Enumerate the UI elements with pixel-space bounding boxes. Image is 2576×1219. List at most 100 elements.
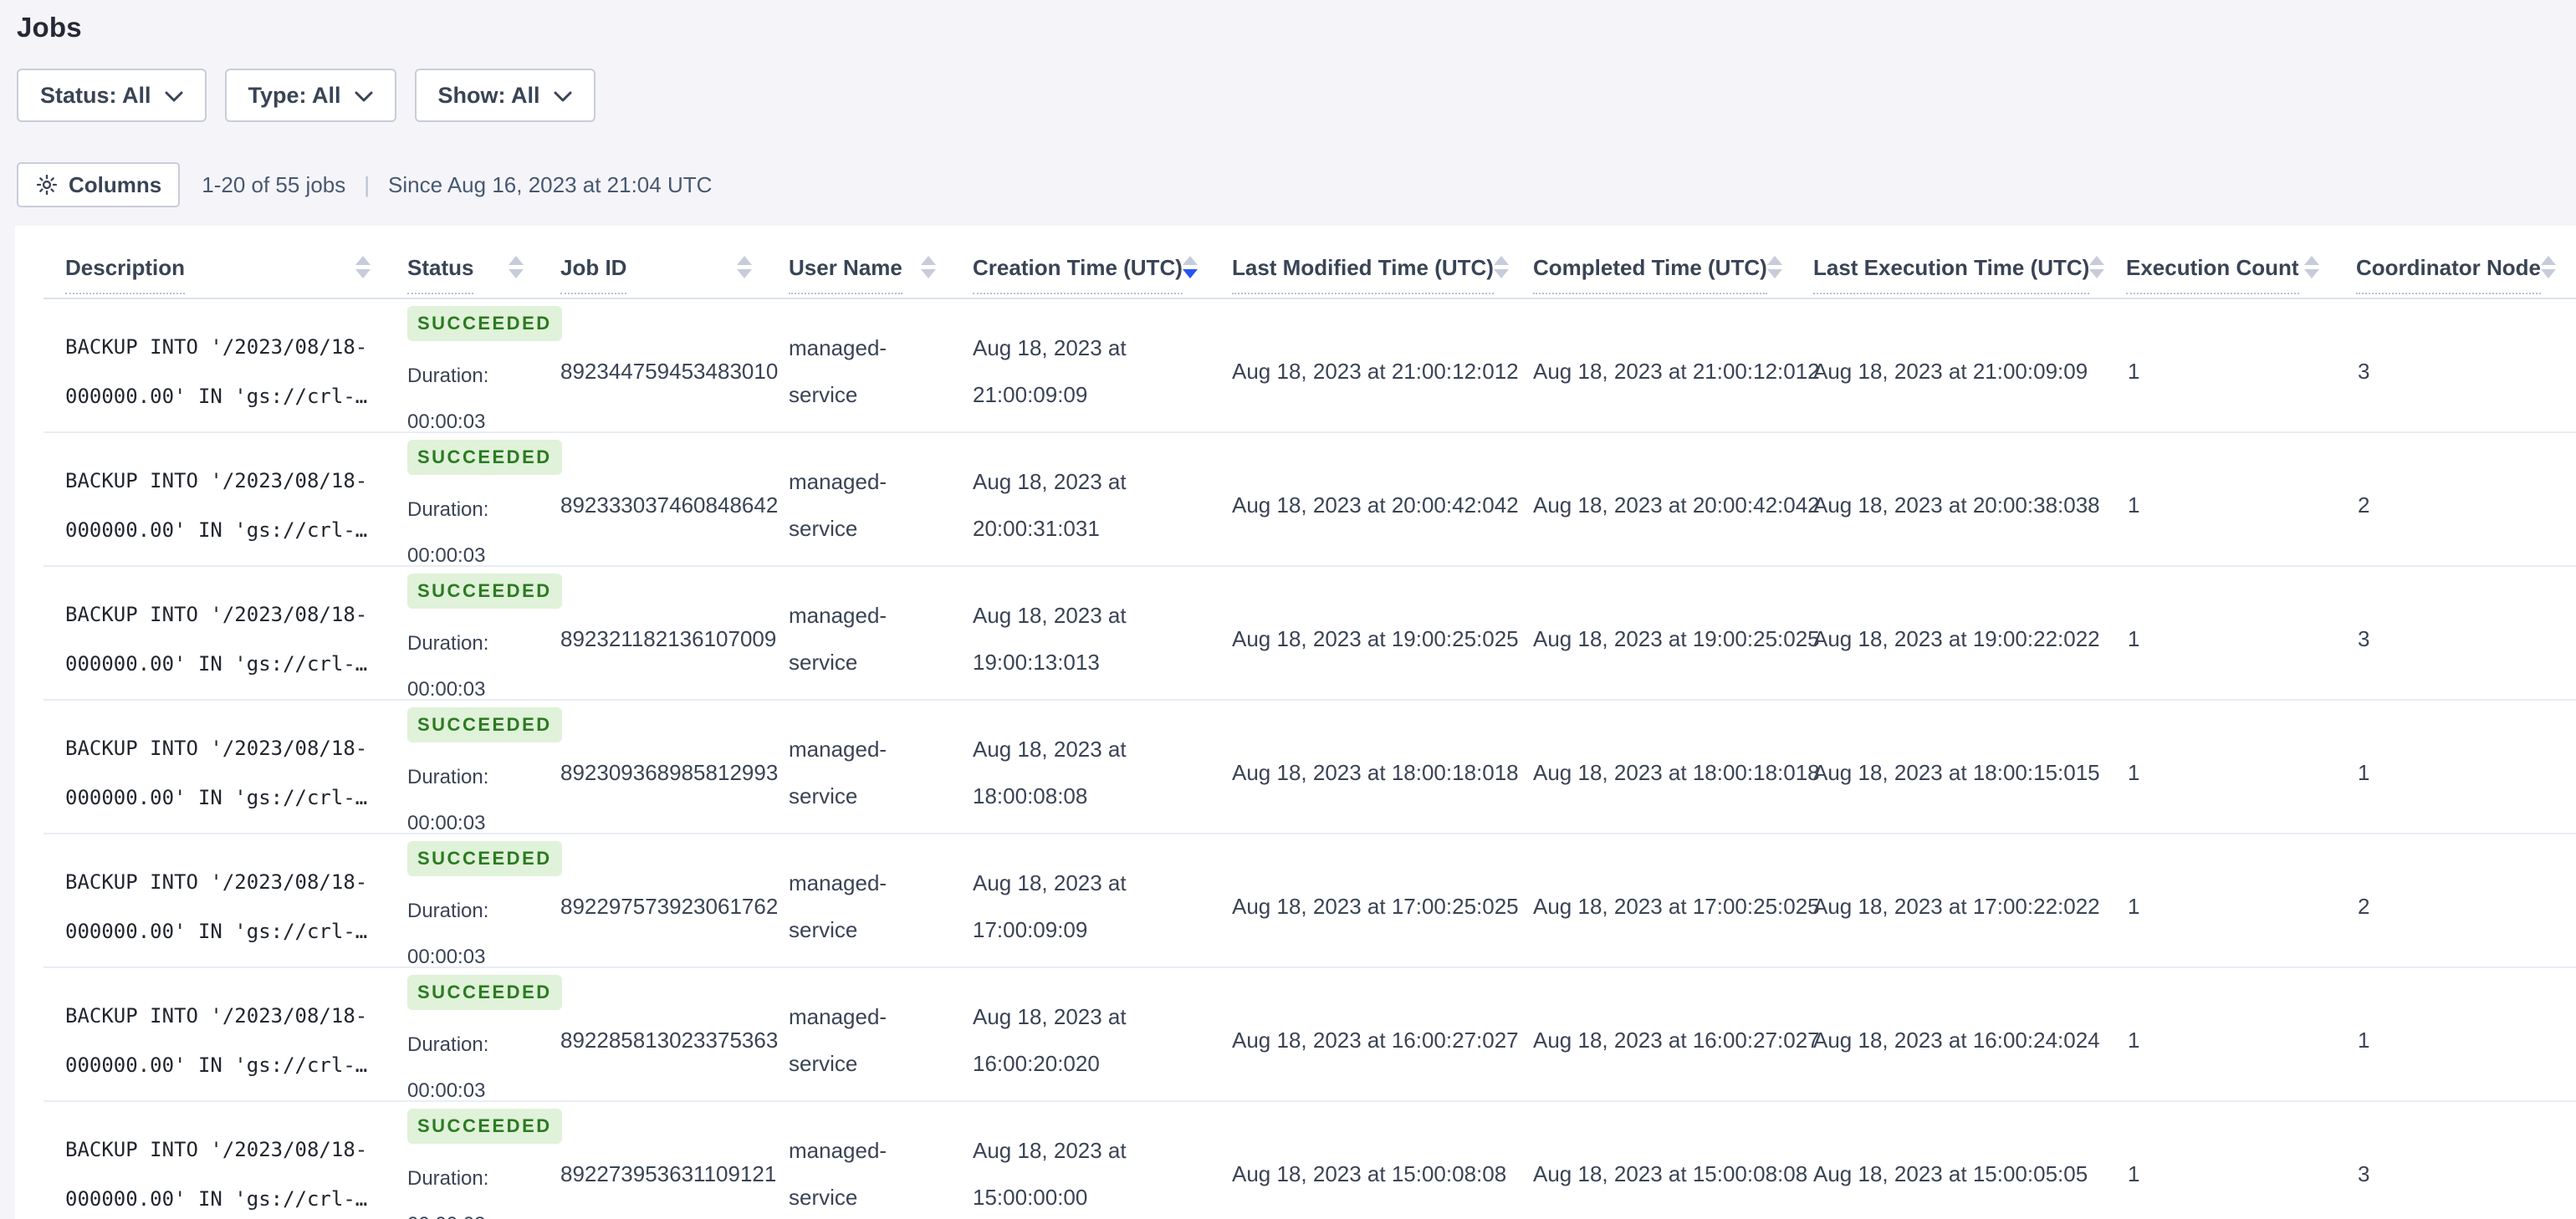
column-header-description[interactable]: Description [65,254,407,294]
table-row: BACKUP INTO '/2023/08/18- 000000.00' IN '… [15,968,2576,1102]
job-description-link[interactable]: BACKUP INTO '/2023/08/18- 000000.00' IN '… [65,456,367,555]
last-modified-time: Aug 18, 2023 at 16:00:27:027 [1232,1027,1519,1053]
user-name: managed-service [789,1004,887,1076]
job-description-link[interactable]: BACKUP INTO '/2023/08/18- 000000.00' IN '… [65,590,367,689]
status-filter-dropdown[interactable]: Status: All [17,69,207,122]
status-badge: SUCCEEDED [407,974,562,1011]
sort-down-icon [355,269,371,278]
table-toolbar: Columns 1-20 of 55 jobs | Since Aug 16, … [17,162,2576,207]
show-filter-dropdown[interactable]: Show: All [414,69,595,122]
jobs-table: Description Status Job ID User Name Crea… [15,226,2576,1219]
duration-label: Duration: [407,899,489,922]
job-id: 892344759453483010 [560,358,779,384]
chevron-down-icon [165,91,183,102]
last-execution-time: Aug 18, 2023 at 18:00:15:015 [1813,759,2100,785]
completed-time: Aug 18, 2023 at 21:00:12:012 [1533,358,1820,384]
completed-time: Aug 18, 2023 at 18:00:18:018 [1533,759,1820,785]
completed-time: Aug 18, 2023 at 20:00:42:042 [1533,492,1820,518]
job-duration: Duration: 00:00:03 [407,487,540,579]
last-modified-time: Aug 18, 2023 at 19:00:25:025 [1232,625,1519,651]
sort-carets-icon [2541,256,2556,278]
creation-time: Aug 18, 2023 at 21:00:09:09 [973,335,1127,407]
sort-carets-icon [1182,256,1198,278]
job-description-link[interactable]: BACKUP INTO '/2023/08/18- 000000.00' IN '… [65,858,367,956]
sort-up-icon [1766,256,1782,265]
sort-carets-icon [509,256,524,278]
sort-down-icon [2541,269,2556,278]
duration-value: 00:00:03 [407,1201,540,1219]
sort-up-icon [2541,256,2556,265]
last-modified-time: Aug 18, 2023 at 21:00:12:012 [1232,358,1519,384]
column-header-user-name[interactable]: User Name [789,254,973,294]
last-execution-time: Aug 18, 2023 at 15:00:05:05 [1813,1160,2088,1186]
column-header-job-id[interactable]: Job ID [560,254,789,294]
column-header-creation-time-utc[interactable]: Creation Time (UTC) [973,254,1232,294]
last-execution-time: Aug 18, 2023 at 17:00:22:022 [1813,893,2100,919]
coordinator-node: 2 [2358,893,2370,919]
user-name: managed-service [789,469,887,541]
sort-down-icon [509,269,524,278]
sort-down-icon [1493,269,1509,278]
job-description-link[interactable]: BACKUP INTO '/2023/08/18- 000000.00' IN '… [65,323,367,421]
status-badge: SUCCEEDED [407,439,562,476]
sort-down-icon [1766,269,1782,278]
sort-down-icon [737,269,752,278]
status-badge: SUCCEEDED [407,706,562,743]
creation-time: Aug 18, 2023 at 15:00:00:00 [973,1138,1127,1210]
duration-label: Duration: [407,1166,489,1190]
job-duration: Duration: 00:00:03 [407,754,540,846]
execution-count: 1 [2128,492,2140,518]
sort-down-icon [921,269,936,278]
jobs-count: 1-20 of 55 jobs [202,171,346,197]
sort-carets-icon [921,256,936,278]
table-row: BACKUP INTO '/2023/08/18- 000000.00' IN '… [15,567,2576,701]
job-description-link[interactable]: BACKUP INTO '/2023/08/18- 000000.00' IN '… [65,992,367,1090]
duration-label: Duration: [407,497,489,521]
sort-up-icon [1182,256,1198,265]
sort-carets-icon [1493,256,1509,278]
column-header-last-execution-time-utc[interactable]: Last Execution Time (UTC) [1813,254,2126,294]
sort-down-icon [2089,269,2105,278]
page-header: Jobs Status: All Type: All Show: All Col… [0,0,2576,207]
duration-label: Duration: [407,765,489,788]
sort-up-icon [509,256,524,265]
coordinator-node: 2 [2358,492,2370,518]
completed-time: Aug 18, 2023 at 19:00:25:025 [1533,625,1820,651]
job-duration: Duration: 00:00:03 [407,353,540,445]
column-header-execution-count[interactable]: Execution Count [2126,254,2356,294]
status-badge: SUCCEEDED [407,840,562,877]
user-name: managed-service [789,603,887,675]
status-badge: SUCCEEDED [407,1108,562,1145]
chevron-down-icon [355,91,373,102]
columns-button[interactable]: Columns [17,162,181,207]
column-header-last-modified-time-utc[interactable]: Last Modified Time (UTC) [1232,254,1533,294]
sort-down-icon [1182,269,1198,278]
duration-label: Duration: [407,1033,489,1056]
last-modified-time: Aug 18, 2023 at 17:00:25:025 [1232,893,1519,919]
coordinator-node: 3 [2358,1160,2370,1186]
type-filter-dropdown[interactable]: Type: All [224,69,396,122]
filter-bar: Status: All Type: All Show: All [17,69,2576,122]
show-filter-label: Show: All [437,82,540,108]
user-name: managed-service [789,870,887,942]
job-description-link[interactable]: BACKUP INTO '/2023/08/18- 000000.00' IN '… [65,724,367,823]
column-header-coordinator-node[interactable]: Coordinator Node [2356,254,2576,294]
job-id: 892309368985812993 [560,759,779,785]
table-row: BACKUP INTO '/2023/08/18- 000000.00' IN '… [15,1102,2576,1219]
last-execution-time: Aug 18, 2023 at 19:00:22:022 [1813,625,2100,651]
sort-up-icon [921,256,936,265]
sort-up-icon [2089,256,2105,265]
table-row: BACKUP INTO '/2023/08/18- 000000.00' IN '… [15,299,2576,433]
completed-time: Aug 18, 2023 at 16:00:27:027 [1533,1027,1820,1053]
execution-count: 1 [2128,358,2140,384]
type-filter-label: Type: All [248,82,341,108]
job-id: 892297573923061762 [560,893,779,919]
sort-carets-icon [355,256,371,278]
creation-time: Aug 18, 2023 at 16:00:20:020 [973,1004,1127,1076]
column-header-status[interactable]: Status [407,254,560,294]
duration-label: Duration: [407,631,489,655]
column-header-completed-time-utc[interactable]: Completed Time (UTC) [1533,254,1813,294]
coordinator-node: 3 [2358,358,2370,384]
job-description-link[interactable]: BACKUP INTO '/2023/08/18- 000000.00' IN '… [65,1125,367,1219]
gear-icon [36,174,58,196]
